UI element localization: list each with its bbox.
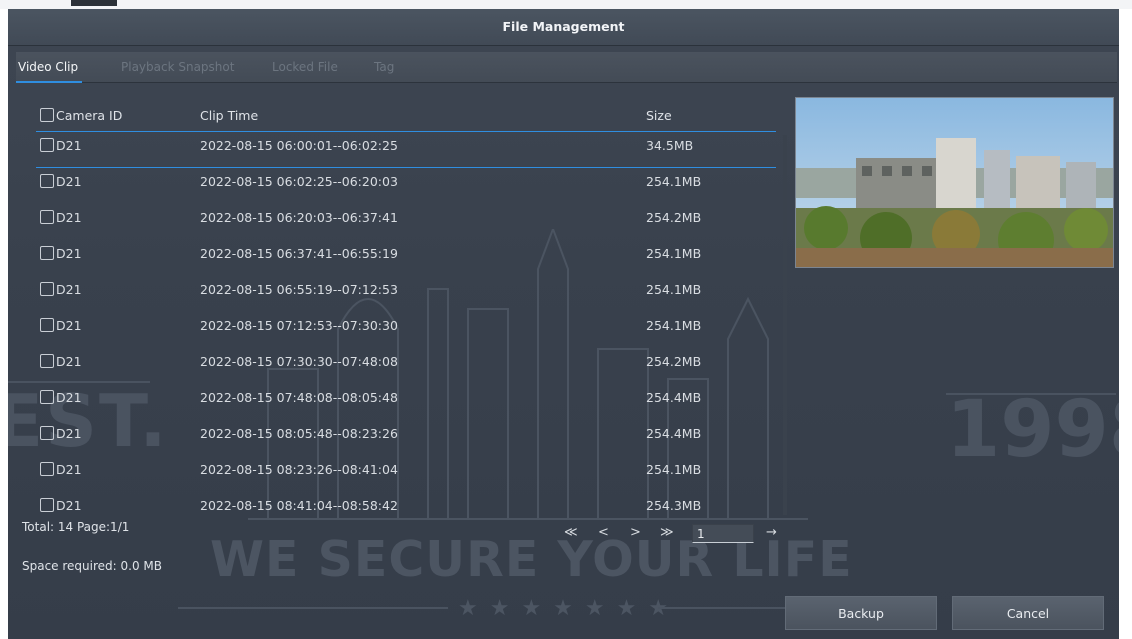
camera-id: D21 — [56, 174, 82, 189]
table-row[interactable]: D21 2022-08-15 08:23:26--08:41:04 254.1M… — [36, 455, 776, 491]
clip-size: 34.5MB — [646, 138, 694, 153]
camera-id: D21 — [56, 390, 82, 405]
header-clip-time: Clip Time — [200, 108, 259, 123]
camera-id: D21 — [56, 354, 82, 369]
clip-size: 254.1MB — [646, 318, 702, 333]
row-checkbox-icon[interactable] — [40, 498, 54, 512]
watermark-stars: ★★★★★★★ — [458, 596, 681, 621]
header-size: Size — [646, 108, 672, 123]
table-row[interactable]: D21 2022-08-15 06:00:01--06:02:25 34.5MB — [36, 131, 776, 168]
go-arrow-icon[interactable]: → — [766, 525, 777, 540]
table-row[interactable]: D21 2022-08-15 06:55:19--07:12:53 254.1M… — [36, 275, 776, 311]
clip-time: 2022-08-15 08:23:26--08:41:04 — [200, 462, 398, 477]
clip-size: 254.4MB — [646, 390, 702, 405]
row-checkbox-icon[interactable] — [40, 426, 54, 440]
logo — [71, 0, 117, 6]
preview-image — [796, 98, 1113, 267]
header-camera-id: Camera ID — [40, 101, 122, 131]
table-row[interactable]: D21 2022-08-15 08:41:04--08:58:42 254.3M… — [36, 491, 776, 517]
camera-id: D21 — [56, 246, 82, 261]
watermark-rule-bottom-left — [178, 607, 448, 609]
clip-size: 254.1MB — [646, 246, 702, 261]
watermark-year: 1998 — [946, 385, 1119, 475]
clip-size: 254.1MB — [646, 174, 702, 189]
row-checkbox-icon[interactable] — [40, 246, 54, 260]
row-checkbox-icon[interactable] — [40, 282, 54, 296]
table-row[interactable]: D21 2022-08-15 07:48:08--08:05:48 254.4M… — [36, 383, 776, 419]
camera-id: D21 — [56, 498, 82, 513]
watermark-rule-right — [946, 393, 1116, 395]
row-checkbox-icon[interactable] — [40, 390, 54, 404]
clip-time: 2022-08-15 06:37:41--06:55:19 — [200, 246, 398, 261]
row-checkbox-icon[interactable] — [40, 210, 54, 224]
clip-time: 2022-08-15 06:00:01--06:02:25 — [200, 138, 398, 153]
file-management-dialog: EST. 1998 WE SECURE YOUR LIFE ★★★★★★★ Fi… — [8, 9, 1119, 639]
pager: ≪ < > ≫ 1 → — [564, 524, 779, 547]
table-row[interactable]: D21 2022-08-15 07:30:30--07:48:08 254.2M… — [36, 347, 776, 383]
total-page-info: Total: 14 Page:1/1 — [22, 520, 130, 534]
select-all-checkbox-icon[interactable] — [40, 108, 54, 122]
space-required: Space required: 0.0 MB — [22, 559, 163, 573]
tab-locked-file[interactable]: Locked File — [272, 52, 338, 82]
clip-size: 254.1MB — [646, 282, 702, 297]
table-row[interactable]: D21 2022-08-15 07:12:53--07:30:30 254.1M… — [36, 311, 776, 347]
prev-page-button[interactable]: < — [598, 525, 609, 540]
video-preview — [795, 97, 1114, 268]
clip-time: 2022-08-15 07:48:08--08:05:48 — [200, 390, 398, 405]
cancel-button[interactable]: Cancel — [952, 596, 1104, 630]
clip-time: 2022-08-15 08:41:04--08:58:42 — [200, 498, 398, 513]
camera-id: D21 — [56, 210, 82, 225]
backup-button[interactable]: Backup — [785, 596, 937, 630]
camera-id: D21 — [56, 282, 82, 297]
table-row[interactable]: D21 2022-08-15 06:37:41--06:55:19 254.1M… — [36, 239, 776, 275]
row-checkbox-icon[interactable] — [40, 138, 54, 152]
row-checkbox-icon[interactable] — [40, 354, 54, 368]
clip-size: 254.3MB — [646, 498, 702, 513]
top-strip — [0, 0, 1132, 9]
clip-size: 254.4MB — [646, 426, 702, 441]
camera-id: D21 — [56, 426, 82, 441]
row-checkbox-icon[interactable] — [40, 318, 54, 332]
table-row[interactable]: D21 2022-08-15 06:20:03--06:37:41 254.2M… — [36, 203, 776, 239]
table-row[interactable]: D21 2022-08-15 06:02:25--06:20:03 254.1M… — [36, 167, 776, 203]
row-checkbox-icon[interactable] — [40, 174, 54, 188]
first-page-button[interactable]: ≪ — [564, 525, 578, 540]
camera-id: D21 — [56, 318, 82, 333]
page-number-input[interactable]: 1 — [692, 524, 754, 543]
row-checkbox-icon[interactable] — [40, 462, 54, 476]
clip-time: 2022-08-15 06:02:25--06:20:03 — [200, 174, 398, 189]
clip-time: 2022-08-15 06:20:03--06:37:41 — [200, 210, 398, 225]
table-header: Camera ID Clip Time Size — [36, 101, 776, 132]
clip-size: 254.2MB — [646, 210, 702, 225]
dialog-title: File Management — [8, 9, 1119, 46]
camera-id: D21 — [56, 462, 82, 477]
clip-size: 254.1MB — [646, 462, 702, 477]
header-camera-id-label: Camera ID — [56, 108, 123, 123]
clip-time: 2022-08-15 08:05:48--08:23:26 — [200, 426, 398, 441]
last-page-button[interactable]: ≫ — [660, 525, 674, 540]
clip-size: 254.2MB — [646, 354, 702, 369]
tab-video-clip[interactable]: Video Clip — [15, 52, 83, 83]
tab-playback-snapshot[interactable]: Playback Snapshot — [121, 52, 234, 82]
clip-time: 2022-08-15 06:55:19--07:12:53 — [200, 282, 398, 297]
next-page-button[interactable]: > — [630, 525, 641, 540]
clip-time: 2022-08-15 07:30:30--07:48:08 — [200, 354, 398, 369]
table-row[interactable]: D21 2022-08-15 08:05:48--08:23:26 254.4M… — [36, 419, 776, 455]
tab-tag[interactable]: Tag — [374, 52, 394, 82]
camera-id: D21 — [56, 138, 82, 153]
clip-time: 2022-08-15 07:12:53--07:30:30 — [200, 318, 398, 333]
table-scrollbar[interactable] — [783, 135, 787, 515]
tab-bar: Video Clip Playback Snapshot Locked File… — [15, 52, 1117, 83]
